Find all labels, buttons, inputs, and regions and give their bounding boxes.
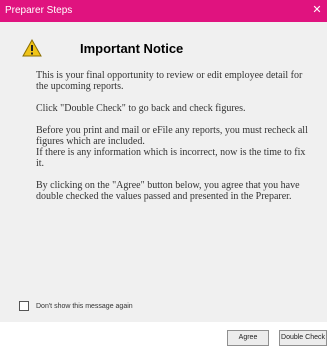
notice-heading: Important Notice [80,41,184,56]
close-button[interactable]: ✕ [309,2,325,18]
dont-show-option[interactable]: Don't show this message again [19,300,133,312]
button-bar: Agree Double Check [0,322,327,347]
notice-paragraph: This is your final opportunity to review… [36,70,303,92]
dialog-content: Important Notice This is your final oppo… [0,22,327,322]
title-bar: Preparer Steps ✕ [0,0,327,22]
window-title: Preparer Steps [5,5,73,16]
agree-button[interactable]: Agree [227,330,269,346]
notice-paragraph: If there is any information which is inc… [36,147,306,169]
notice-paragraph: By clicking on the "Agree" button below,… [36,180,300,202]
notice-paragraph: Click "Double Check" to go back and chec… [36,103,246,114]
dont-show-label[interactable]: Don't show this message again [36,303,133,310]
double-check-button[interactable]: Double Check [279,330,327,346]
notice-paragraph: Before you print and mail or eFile any r… [36,125,308,147]
dont-show-checkbox[interactable] [19,301,29,311]
notice-body: This is your final opportunity to review… [36,70,312,202]
warning-icon [22,39,42,57]
